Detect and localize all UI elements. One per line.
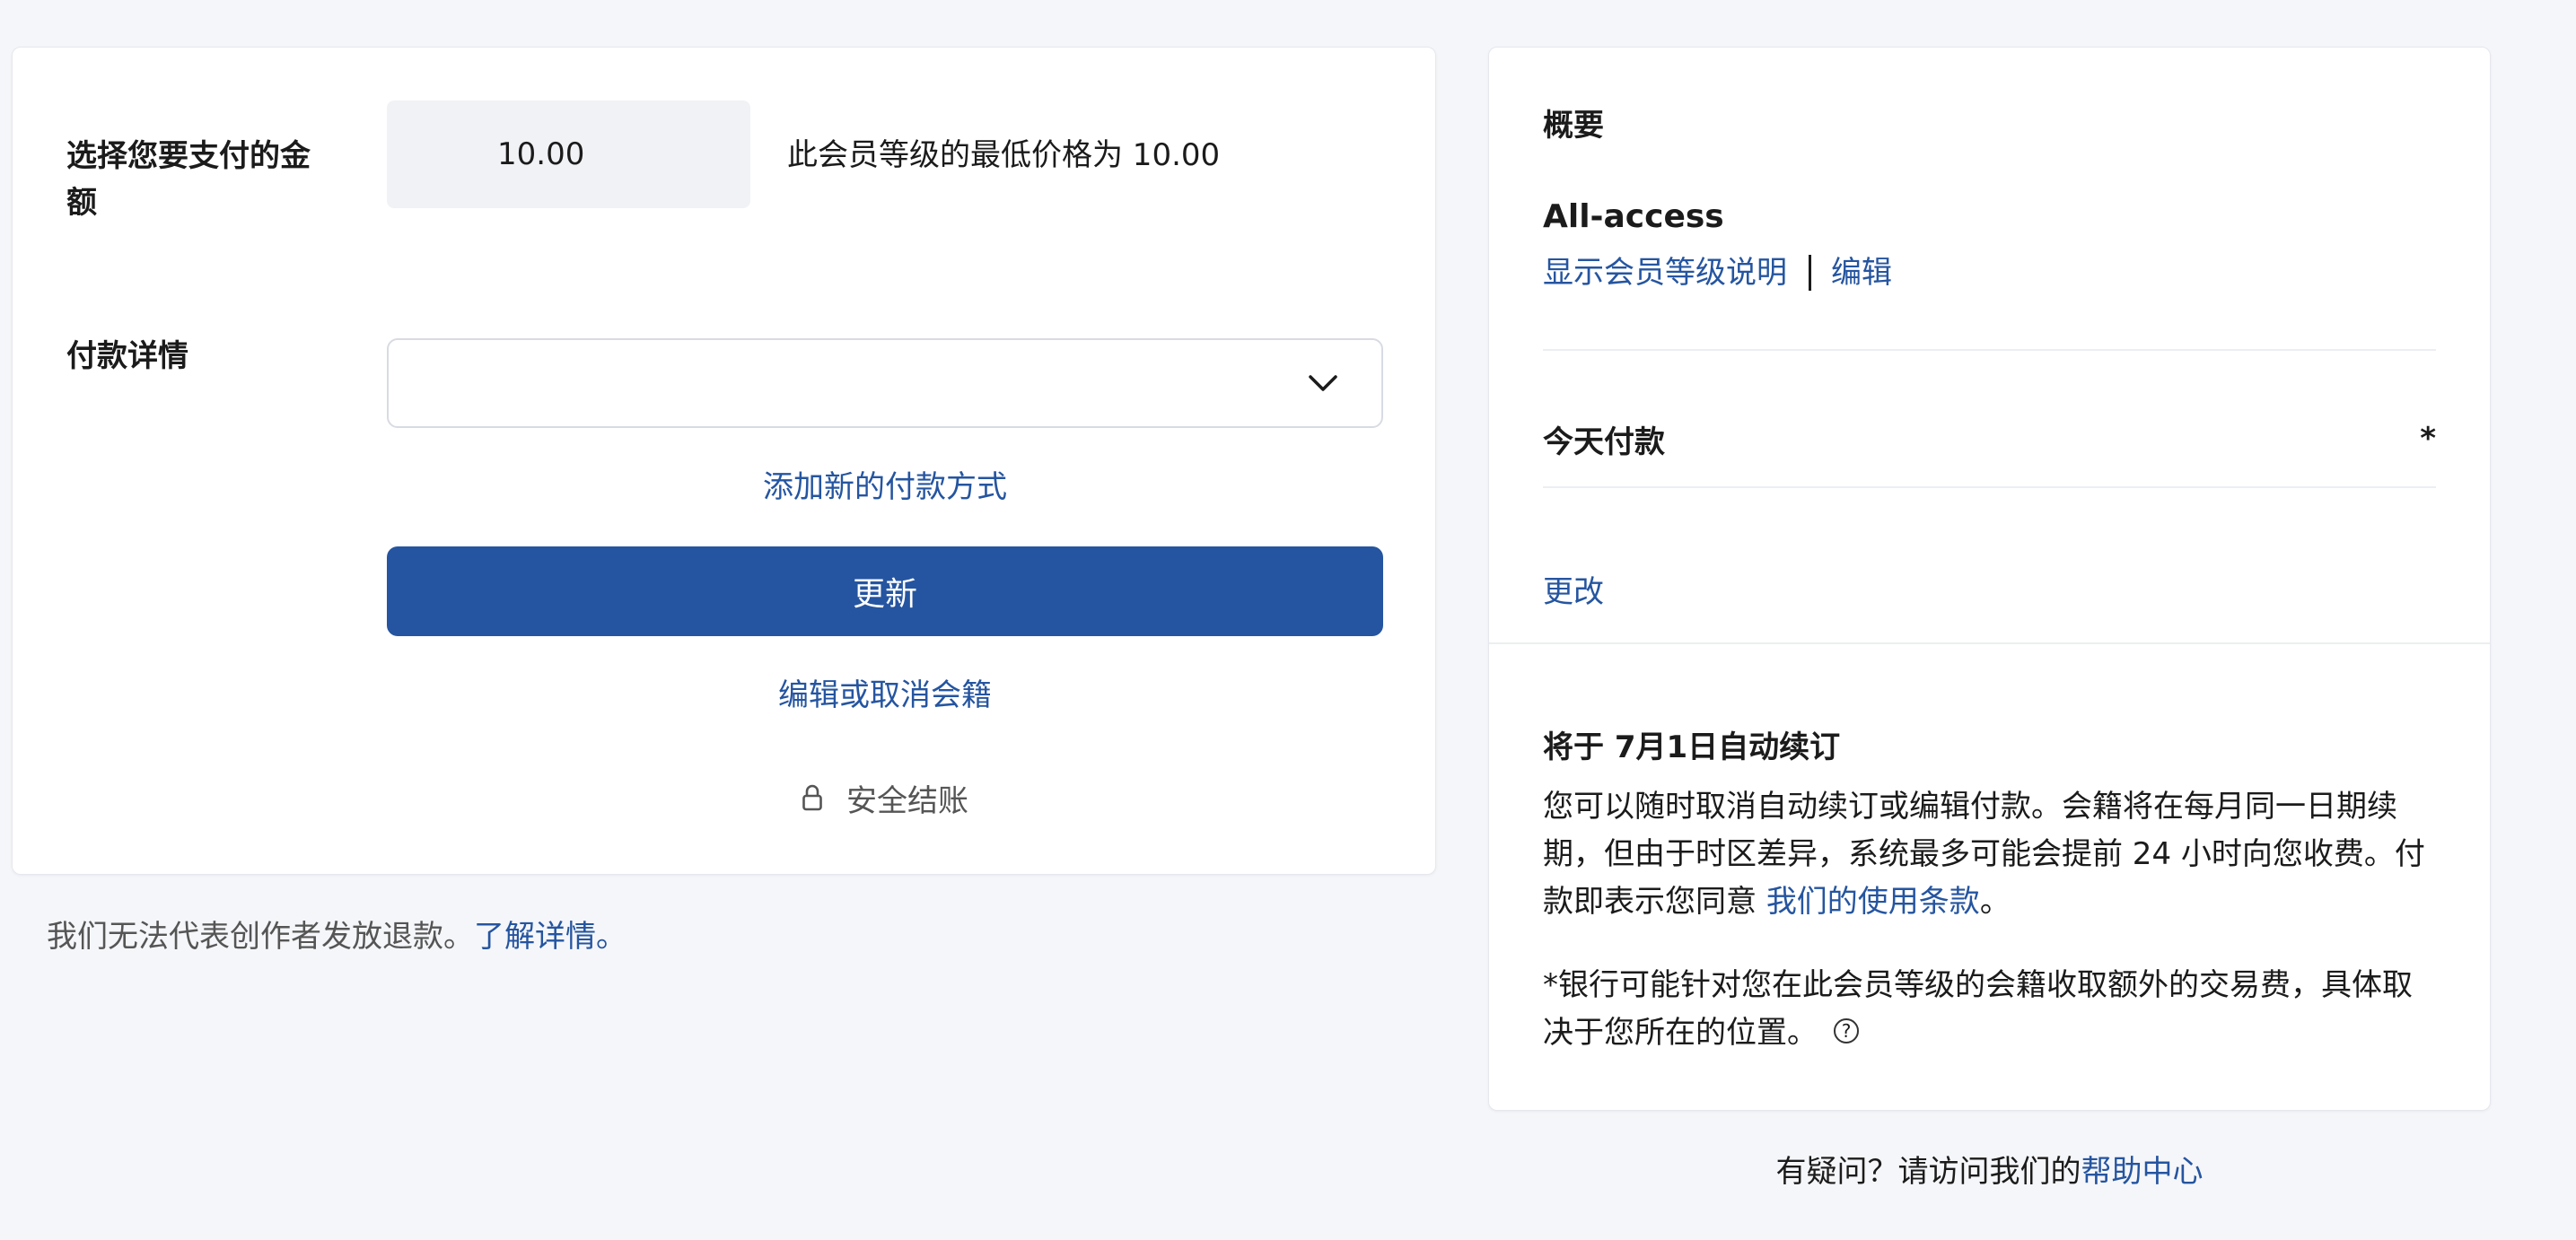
tier-name: All-access xyxy=(1543,198,1724,235)
divider xyxy=(1543,486,2436,488)
chevron-down-icon xyxy=(1309,375,1337,391)
help-question-text: 有疑问？请访问我们的 xyxy=(1775,1154,2081,1190)
change-link[interactable]: 更改 xyxy=(1543,569,1604,616)
add-payment-method-link[interactable]: 添加新的付款方式 xyxy=(387,464,1383,511)
refund-note: 我们无法代表创作者发放退款。了解详情。 xyxy=(47,913,626,960)
transaction-fee-note: *银行可能针对您在此会员等级的会籍收取额外的交易费，具体取决于您所在的位置。? xyxy=(1543,962,2440,1057)
section-divider xyxy=(1489,642,2490,644)
today-payment-asterisk: * xyxy=(2420,421,2436,457)
divider xyxy=(1543,349,2436,351)
auto-renew-title: 将于 7月1日自动续订 xyxy=(1543,729,1841,765)
summary-title: 概要 xyxy=(1543,108,1604,144)
refund-note-text: 我们无法代表创作者发放退款。 xyxy=(47,919,474,955)
link-separator xyxy=(1809,255,1811,291)
secure-checkout-label: 安全结账 xyxy=(846,782,968,819)
secure-checkout: 安全结账 xyxy=(387,774,1383,821)
edit-cancel-membership-link[interactable]: 编辑或取消会籍 xyxy=(387,672,1383,719)
help-footer: 有疑问？请访问我们的帮助中心 xyxy=(1488,1148,2491,1195)
transaction-fee-text: *银行可能针对您在此会员等级的会籍收取额外的交易费，具体取决于您所在的位置。 xyxy=(1543,967,2413,1051)
help-circle-icon[interactable]: ? xyxy=(1834,1018,1859,1044)
payment-card: 选择您要支付的金额 此会员等级的最低价格为 10.00 付款详情 添加新的付款方… xyxy=(12,47,1436,875)
help-center-link[interactable]: 帮助中心 xyxy=(2081,1154,2204,1190)
update-button[interactable]: 更新 xyxy=(387,546,1383,636)
amount-input[interactable] xyxy=(387,100,750,208)
min-price-note: 此会员等级的最低价格为 10.00 xyxy=(787,137,1221,173)
edit-tier-link[interactable]: 编辑 xyxy=(1831,249,1892,296)
show-tier-description-link[interactable]: 显示会员等级说明 xyxy=(1543,249,1787,296)
summary-card: 概要 All-access 显示会员等级说明 编辑 今天付款 * 更改 将于 7… xyxy=(1488,47,2491,1111)
amount-label: 选择您要支付的金额 xyxy=(66,138,311,221)
tier-links: 显示会员等级说明 编辑 xyxy=(1543,249,1892,296)
payment-details-label: 付款详情 xyxy=(66,338,188,374)
auto-renew-end: 。 xyxy=(1979,884,2011,920)
lock-icon xyxy=(802,784,822,811)
terms-of-use-link[interactable]: 我们的使用条款 xyxy=(1766,884,1980,920)
learn-more-link[interactable]: 了解详情。 xyxy=(474,919,626,955)
auto-renew-text: 您可以随时取消自动续订或编辑付款。会籍将在每月同一日期续期，但由于时区差异，系统… xyxy=(1543,783,2440,926)
payment-method-select[interactable] xyxy=(387,338,1383,428)
today-payment-label: 今天付款 xyxy=(1543,424,1665,460)
